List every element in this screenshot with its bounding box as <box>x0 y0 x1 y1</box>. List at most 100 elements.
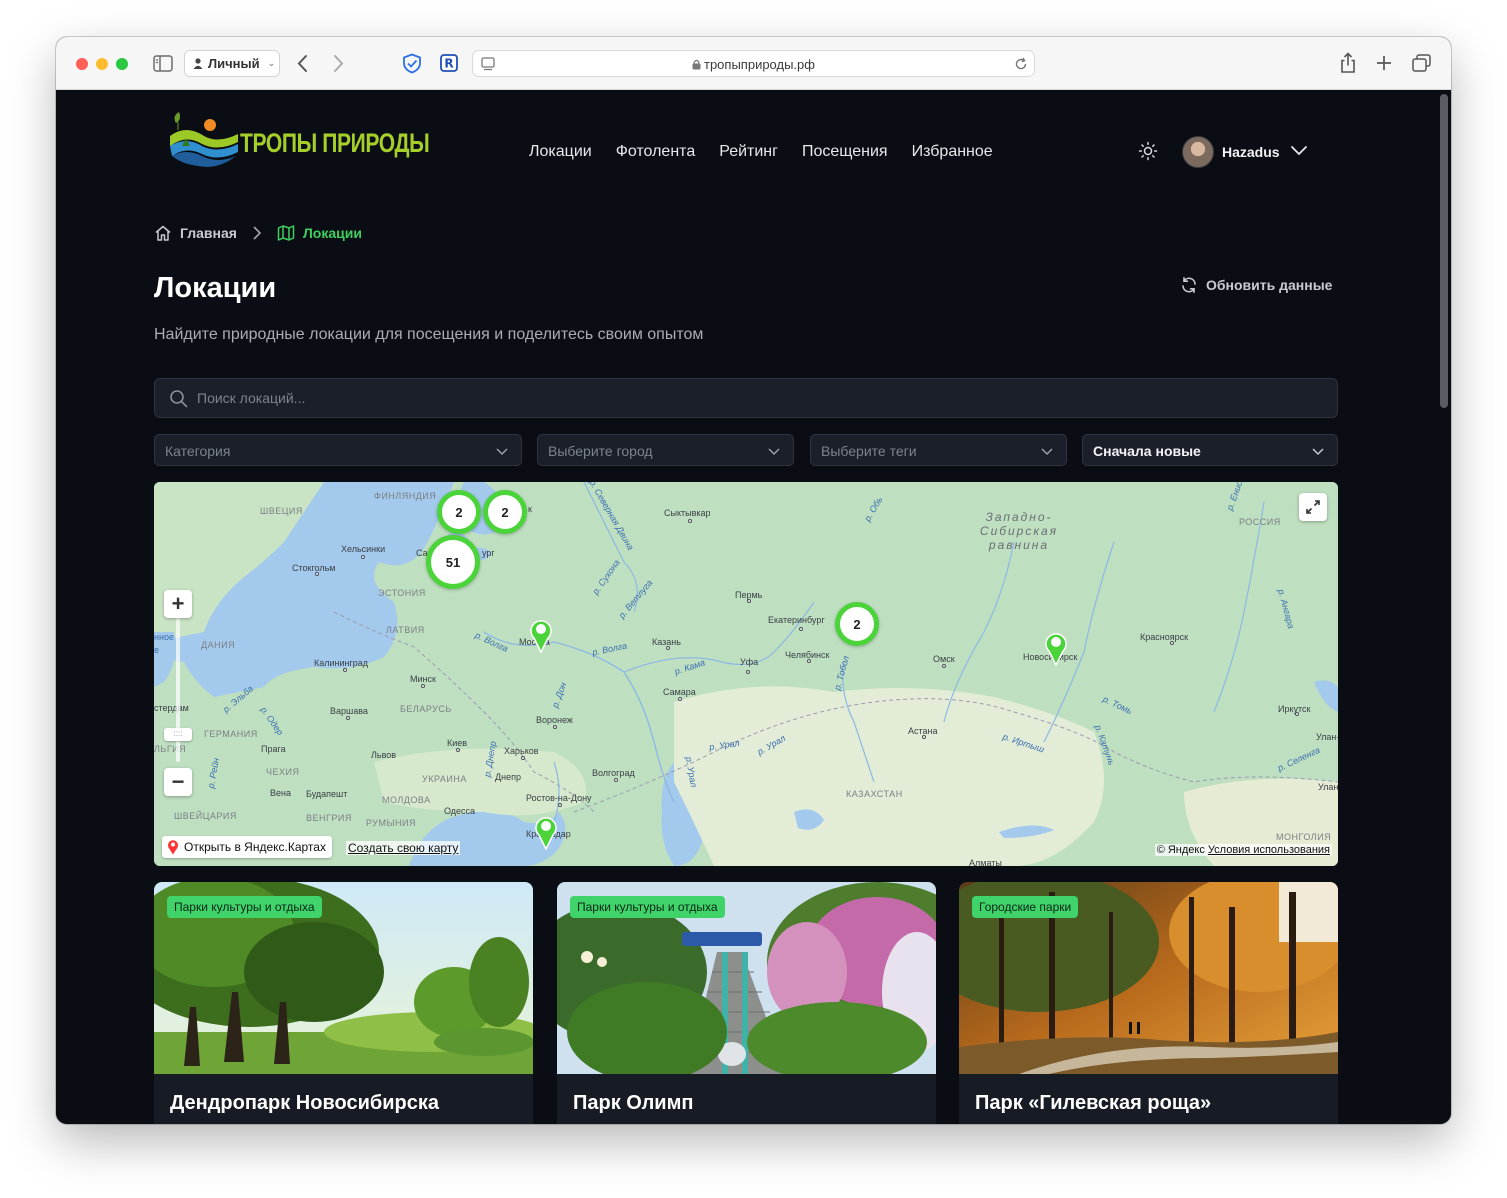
map-label: ШВЕЙЦАРИЯ <box>174 811 237 821</box>
search-box <box>154 378 1338 418</box>
map-label: Львов <box>371 750 397 760</box>
card-category-badge: Парки культуры и отдыха <box>167 896 322 918</box>
map-pin-icon[interactable] <box>533 814 559 850</box>
tab-overview-icon[interactable] <box>1412 54 1431 72</box>
main-nav: Локации Фотолента Рейтинг Посещения Избр… <box>529 143 993 161</box>
map-label: Будапешт <box>306 789 348 799</box>
locations-map[interactable]: ФИНЛЯНДИЯ ШВЕЦИЯ ЭСТОНИЯ ЛАТВИЯ ДАНИЯ БЕ… <box>154 482 1338 866</box>
map-copyright: © Яндекс Условия использования <box>1154 844 1332 856</box>
refresh-data-button[interactable]: Обновить данные <box>1180 276 1332 294</box>
location-card[interactable]: Парки культуры и отдыха Дендропарк Новос… <box>154 882 533 1124</box>
tags-select-label: Выберите теги <box>821 443 917 459</box>
map-cluster[interactable]: 51 <box>426 535 480 589</box>
city-dot <box>361 555 365 559</box>
map-pin-icon[interactable] <box>1043 630 1069 666</box>
zoom-slider-handle[interactable]: :::: <box>164 728 192 741</box>
map-label: БЕЛАРУСЬ <box>400 704 452 714</box>
map-label: Минск <box>410 674 436 684</box>
city-dot <box>688 519 692 523</box>
location-card[interactable]: Парки культуры и отдыха Парк Олимп <box>557 882 936 1124</box>
share-icon[interactable] <box>1339 52 1357 74</box>
sort-select[interactable]: Сначала новые <box>1082 434 1338 466</box>
city-dot <box>553 725 557 729</box>
zoom-window-button[interactable] <box>116 58 128 70</box>
map-label: РУМЫНИЯ <box>366 818 416 828</box>
nav-item-visits[interactable]: Посещения <box>802 143 888 161</box>
city-dot <box>343 668 347 672</box>
new-tab-icon[interactable] <box>1376 55 1392 71</box>
url-value: тропыприроды.рф <box>704 57 815 72</box>
back-icon[interactable] <box>296 54 310 73</box>
forward-icon[interactable] <box>331 54 345 73</box>
map-label: Волгоград <box>592 768 635 778</box>
map-label: Улан- <box>1316 732 1338 742</box>
map-cluster[interactable]: 2 <box>437 490 481 534</box>
svg-text:R: R <box>444 57 453 71</box>
zoom-in-button[interactable]: + <box>164 590 192 618</box>
search-input[interactable] <box>197 379 1317 417</box>
city-dot <box>456 748 460 752</box>
close-window-button[interactable] <box>76 58 88 70</box>
card-category-badge: Парки культуры и отдыха <box>570 896 725 918</box>
map-label: Прага <box>261 744 286 754</box>
chevron-down-icon <box>496 448 508 456</box>
privacy-shield-icon[interactable] <box>402 53 422 74</box>
map-label: Одесса <box>444 806 476 816</box>
reload-icon[interactable] <box>1014 57 1028 71</box>
breadcrumb-home[interactable]: Главная <box>180 225 237 241</box>
minimize-window-button[interactable] <box>96 58 108 70</box>
map-label: стердам <box>154 703 189 713</box>
nav-item-rating[interactable]: Рейтинг <box>719 143 778 161</box>
city-dot <box>315 572 319 576</box>
city-select[interactable]: Выберите город <box>537 434 794 466</box>
tags-select[interactable]: Выберите теги <box>810 434 1067 466</box>
search-icon <box>170 390 188 408</box>
browser-toolbar: Личный ⌄ R тропыприроды.рф <box>56 37 1451 90</box>
city-dot <box>1170 641 1174 645</box>
map-label: Западно-Сибирская равнина <box>979 510 1059 552</box>
page-scrollbar[interactable] <box>1440 94 1448 408</box>
map-label: ГЕРМАНИЯ <box>204 729 258 739</box>
address-bar[interactable]: тропыприроды.рф <box>472 50 1035 77</box>
nav-item-favorites[interactable]: Избранное <box>912 143 993 161</box>
user-avatar[interactable] <box>1182 136 1214 168</box>
username[interactable]: Hazadus <box>1222 144 1280 160</box>
card-title: Дендропарк Новосибирска <box>170 1092 439 1114</box>
map-terrain <box>154 482 1338 866</box>
map-pin-icon[interactable] <box>528 617 554 653</box>
site-logo[interactable]: ТРОПЫ ПРИРОДЫ <box>168 108 430 172</box>
fullscreen-button[interactable] <box>1299 493 1327 521</box>
refresh-label: Обновить данные <box>1206 277 1333 293</box>
city-dot <box>558 803 562 807</box>
map-cluster[interactable]: 2 <box>835 602 879 646</box>
profile-label: Личный <box>208 56 260 71</box>
city-dot <box>807 659 811 663</box>
map-label: МОЛДОВА <box>382 795 431 805</box>
home-icon <box>155 225 171 241</box>
zoom-out-button[interactable]: − <box>164 768 192 796</box>
chevron-down-icon[interactable] <box>1290 141 1308 159</box>
city-dot <box>799 627 803 631</box>
map-label: Киев <box>447 738 468 748</box>
open-in-yandex-maps-button[interactable]: Открыть в Яндекс.Картах <box>162 836 332 858</box>
browser-window: Личный ⌄ R тропыприроды.рф ТРОПЫ ПРИРОДЫ… <box>56 37 1451 1124</box>
chevron-down-icon: ⌄ <box>267 58 276 68</box>
map-label: ВЕНГРИЯ <box>306 813 352 823</box>
card-category-badge: Городские парки <box>972 896 1079 918</box>
nav-item-locations[interactable]: Локации <box>529 143 592 161</box>
profile-switcher[interactable]: Личный ⌄ <box>184 50 280 77</box>
map-label: Ростов-на-Дону <box>526 793 592 803</box>
map-label: Красноярск <box>1140 632 1189 642</box>
map-label: ШВЕЦИЯ <box>260 506 303 516</box>
sidebar-icon[interactable] <box>153 55 173 72</box>
create-map-link[interactable]: Создать свою карту <box>346 841 461 855</box>
category-select[interactable]: Категория <box>154 434 522 466</box>
location-card[interactable]: Городские парки Парк «Гилевская роща» <box>959 882 1338 1124</box>
map-cluster[interactable]: 2 <box>483 490 527 534</box>
terms-link[interactable]: Условия использования <box>1208 844 1330 856</box>
city-select-label: Выберите город <box>548 443 653 459</box>
nav-item-photofeed[interactable]: Фотолента <box>616 143 696 161</box>
theme-toggle-sun-icon[interactable] <box>1138 141 1158 161</box>
logo-text: ТРОПЫ ПРИРОДЫ <box>240 128 430 158</box>
extension-r-icon[interactable]: R <box>440 54 458 72</box>
